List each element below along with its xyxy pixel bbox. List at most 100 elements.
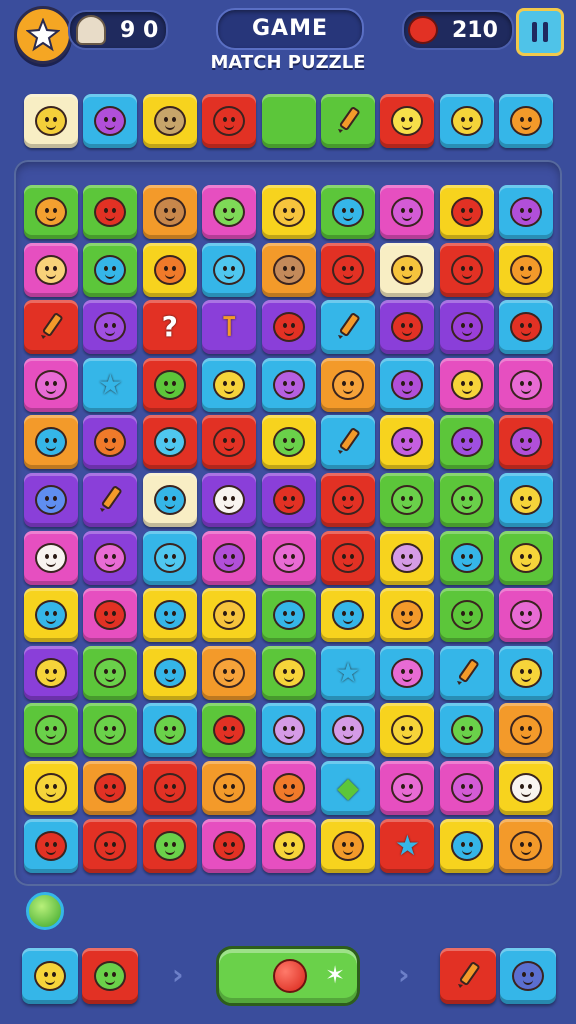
grid-tile[interactable] [24,473,78,527]
grid-tile[interactable] [24,300,78,355]
grid-tile[interactable] [202,588,257,643]
grid-tile[interactable] [142,473,197,527]
grid-tile[interactable]: ★ [321,645,375,700]
grid-tile[interactable] [202,530,257,585]
grid-tile[interactable] [499,473,554,527]
grid-tile[interactable] [83,473,138,527]
grid-tile[interactable] [83,588,138,643]
grid-tile[interactable] [380,530,435,585]
grid-tile[interactable] [142,530,197,585]
grid-tile[interactable] [83,530,138,585]
grid-tile[interactable] [261,761,316,815]
grid-tile[interactable] [261,473,316,527]
grid-tile[interactable] [499,761,554,815]
grid-tile[interactable] [142,818,197,873]
queue-tile[interactable] [439,94,494,148]
grid-tile[interactable] [83,185,138,239]
grid-tile[interactable] [261,185,316,239]
queue-tile[interactable] [380,94,435,148]
grid-tile[interactable] [261,300,316,355]
grid-tile[interactable] [321,242,375,297]
grid-tile[interactable] [499,242,554,297]
grid-tile[interactable] [321,415,375,470]
grid-tile[interactable] [202,818,257,873]
grid-tile[interactable] [261,645,316,700]
grid-tile[interactable] [261,357,316,412]
grid-tile[interactable]: ◆ [321,761,375,815]
grid-tile[interactable] [439,818,494,873]
grid-tile[interactable]: ? [142,300,197,355]
grid-tile[interactable] [261,588,316,643]
powerup-tile[interactable] [500,948,556,1004]
green-orb-icon[interactable] [26,892,64,930]
grid-tile[interactable] [261,818,316,873]
grid-tile[interactable] [261,415,316,470]
grid-tile[interactable] [142,185,197,239]
grid-tile[interactable] [142,588,197,643]
grid-tile[interactable] [24,588,78,643]
grid-tile[interactable] [380,300,435,355]
grid-tile[interactable] [83,761,138,815]
grid-tile[interactable] [380,761,435,815]
grid-tile[interactable] [439,357,494,412]
grid-tile[interactable] [321,588,375,643]
grid-tile[interactable] [380,588,435,643]
grid-tile[interactable] [83,818,138,873]
grid-tile[interactable] [439,242,494,297]
grid-tile[interactable] [321,300,375,355]
grid-tile[interactable] [499,530,554,585]
grid-tile[interactable]: ★ [380,818,435,873]
queue-tile[interactable] [142,94,197,148]
grid-tile[interactable] [439,588,494,643]
grid-tile[interactable] [380,703,435,758]
grid-tile[interactable] [380,242,435,297]
grid-tile[interactable] [142,645,197,700]
grid-tile[interactable] [83,703,138,758]
powerup-tile[interactable] [22,948,78,1004]
grid-tile[interactable] [321,818,375,873]
grid-tile[interactable] [202,357,257,412]
grid-tile[interactable] [24,645,78,700]
grid-tile[interactable] [24,818,78,873]
grid-tile[interactable] [202,761,257,815]
grid-tile[interactable] [380,415,435,470]
grid-tile[interactable]: ⊺ [202,300,257,355]
pause-button[interactable] [516,8,564,56]
menu-star-button[interactable] [14,6,72,64]
grid-tile[interactable] [321,473,375,527]
grid-tile[interactable] [24,703,78,758]
grid-tile[interactable] [380,473,435,527]
grid-tile[interactable] [24,415,78,470]
queue-tile[interactable] [202,94,257,148]
grid-tile[interactable] [142,357,197,412]
grid-tile[interactable] [439,703,494,758]
grid-tile[interactable] [499,357,554,412]
grid-tile[interactable] [202,645,257,700]
grid-tile[interactable] [499,300,554,355]
queue-tile[interactable] [83,94,138,148]
grid-tile[interactable] [202,473,257,527]
grid-tile[interactable] [83,415,138,470]
grid-tile[interactable] [380,645,435,700]
grid-tile[interactable] [24,185,78,239]
grid-tile[interactable] [202,185,257,239]
queue-tile[interactable] [24,94,78,148]
grid-tile[interactable] [499,415,554,470]
grid-tile[interactable] [439,185,494,239]
grid-tile[interactable] [321,703,375,758]
grid-tile[interactable] [499,185,554,239]
grid-tile[interactable] [499,645,554,700]
grid-tile[interactable] [83,242,138,297]
grid-tile[interactable] [261,530,316,585]
grid-tile[interactable] [321,357,375,412]
play-button[interactable]: ✶ [216,946,360,1006]
grid-tile[interactable] [439,300,494,355]
grid-tile[interactable] [261,242,316,297]
grid-tile[interactable] [24,530,78,585]
grid-tile[interactable] [202,415,257,470]
grid-tile[interactable] [439,415,494,470]
grid-tile[interactable] [261,703,316,758]
powerup-tile[interactable] [440,948,496,1004]
grid-tile[interactable]: ★ [83,357,138,412]
grid-tile[interactable] [439,473,494,527]
